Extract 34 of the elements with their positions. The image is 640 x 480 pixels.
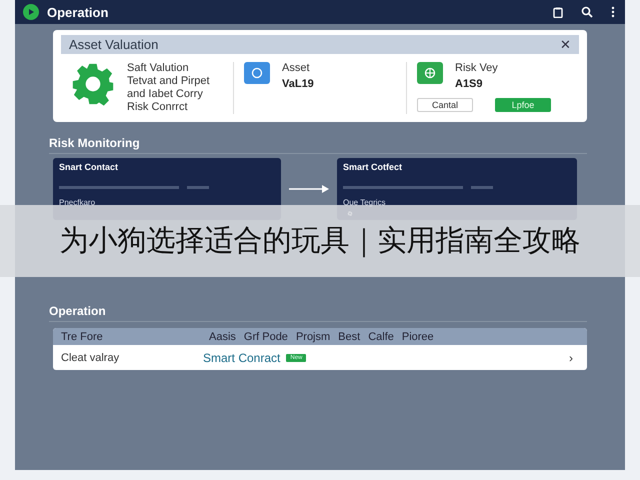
section-title: Risk Monitoring [49, 136, 587, 154]
search-icon[interactable] [581, 6, 593, 18]
column-header: Pioree [402, 330, 435, 342]
column-header: Tre Fore [61, 330, 104, 342]
column-header: Best [338, 330, 362, 342]
column-header: Aasis [209, 330, 237, 342]
stat-label: Risk Vey [455, 62, 498, 74]
more-icon[interactable] [611, 6, 615, 18]
column-header: Grf Pode [244, 330, 289, 342]
arrow-icon [289, 185, 329, 193]
clock-icon [244, 62, 270, 84]
stat-value: VaL19 [282, 78, 314, 90]
window-title: Operation [47, 4, 110, 20]
table-cell-text: Cleat valray [61, 352, 120, 364]
globe-icon [417, 62, 443, 84]
stat-label: Asset [282, 62, 311, 74]
close-button[interactable]: ✕ [560, 37, 571, 52]
card-subtitle: Pnecfkaro [59, 198, 96, 207]
stat-value: A1S9 [455, 78, 484, 90]
contract-link[interactable]: Smart Conract [203, 350, 280, 364]
column-header: Calfe [368, 330, 395, 342]
card-title: Snart Contact [59, 162, 120, 172]
description-text: Saft Valution Tetvat and Pirpet and Iabet Corry Risk Conrrct [127, 62, 210, 114]
column-header: Projsm [296, 330, 332, 342]
card-subtitle: Oue Tegrics [343, 198, 387, 207]
clipboard-icon[interactable] [553, 6, 563, 18]
chevron-button[interactable]: › [563, 350, 579, 366]
dialog-title: Asset Valuation [69, 37, 158, 52]
cancel-button[interactable]: Cantal [417, 98, 473, 112]
title-banner: 为小狗选择适合的玩具｜实用指南全攻略 [0, 205, 640, 277]
card-title: Smart Cotfect [343, 162, 404, 172]
logo-icon [23, 4, 39, 20]
gear-icon [71, 62, 115, 106]
section-title: Operation [49, 304, 587, 322]
